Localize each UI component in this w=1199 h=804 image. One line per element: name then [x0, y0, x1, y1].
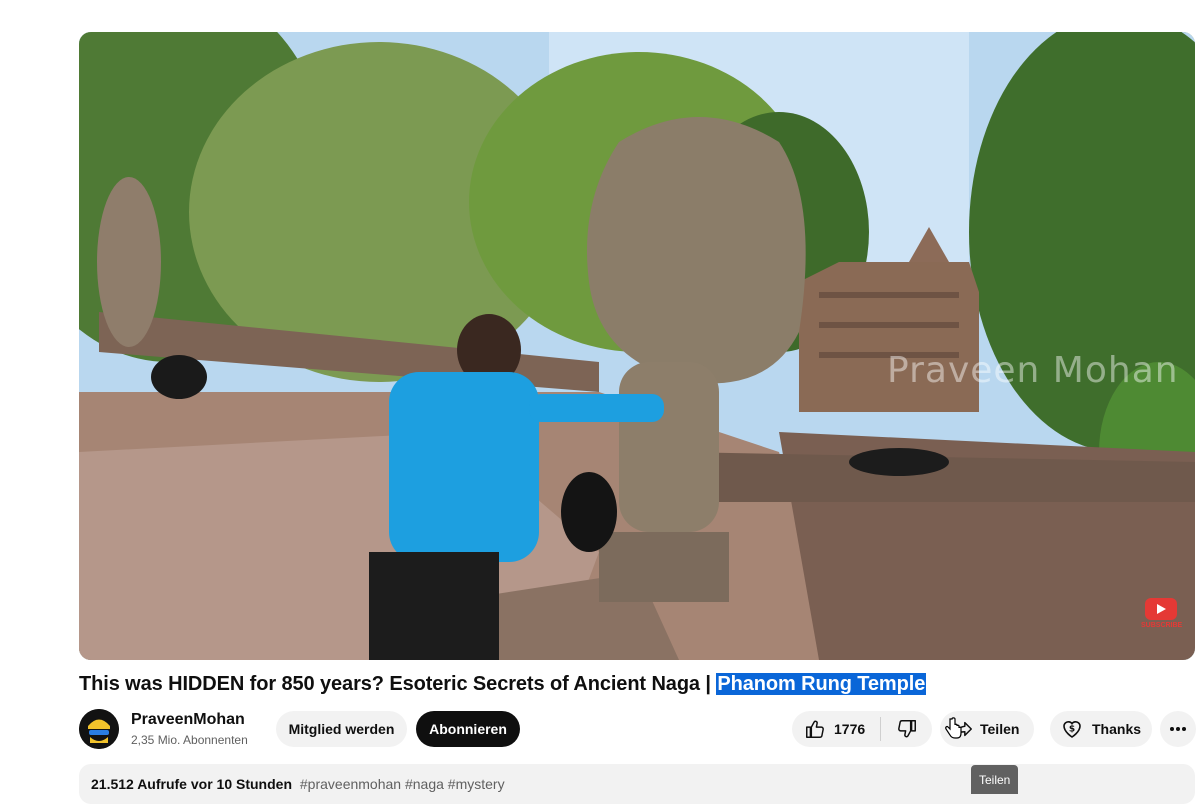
share-tooltip: Teilen: [971, 765, 1019, 794]
thumbs-down-icon: [897, 720, 916, 738]
video-title: This was HIDDEN for 850 years? Esoteric …: [79, 673, 927, 696]
thanks-button[interactable]: $ Thanks: [1050, 711, 1152, 747]
heart-dollar-icon: $: [1063, 721, 1081, 738]
dislike-button[interactable]: [881, 711, 932, 747]
video-frame: [79, 32, 1195, 660]
upload-age: vor 10 Stunden: [190, 776, 292, 792]
like-button[interactable]: 1776: [792, 711, 880, 747]
video-player[interactable]: Praveen Mohan SUBSCRIBE: [79, 32, 1195, 660]
join-button[interactable]: Mitglied werden: [276, 711, 407, 747]
thumbs-up-icon: [806, 720, 824, 738]
share-label: Teilen: [980, 721, 1020, 737]
like-dislike-group: 1776: [792, 711, 932, 747]
svg-text:$: $: [1069, 725, 1075, 735]
channel-watermark: Praveen Mohan: [887, 350, 1179, 391]
video-title-selected: Phanom Rung Temple: [716, 673, 927, 695]
subscribe-badge[interactable]: SUBSCRIBE: [1141, 598, 1183, 634]
view-count: 21.512 Aufrufe: [91, 776, 187, 792]
video-title-main: This was HIDDEN for 850 years? Esoteric …: [79, 673, 717, 695]
hashtags[interactable]: #praveenmohan #naga #mystery: [300, 776, 505, 792]
avatar-icon: [79, 709, 119, 749]
like-count: 1776: [834, 721, 866, 737]
hand-cursor-icon: [944, 717, 962, 744]
youtube-play-icon: [1145, 598, 1177, 620]
more-horizontal-icon: [1170, 727, 1186, 731]
channel-name[interactable]: PraveenMohan: [131, 711, 245, 729]
description-box[interactable]: 21.512 Aufrufe vor 10 Stunden #praveenmo…: [79, 764, 1195, 804]
subscribe-button[interactable]: Abonnieren: [416, 711, 520, 747]
channel-avatar[interactable]: [79, 709, 119, 749]
subscriber-count: 2,35 Mio. Abonnenten: [131, 733, 248, 747]
thanks-label: Thanks: [1092, 721, 1142, 737]
more-actions-button[interactable]: [1160, 711, 1196, 747]
subscribe-badge-label: SUBSCRIBE: [1141, 622, 1183, 629]
